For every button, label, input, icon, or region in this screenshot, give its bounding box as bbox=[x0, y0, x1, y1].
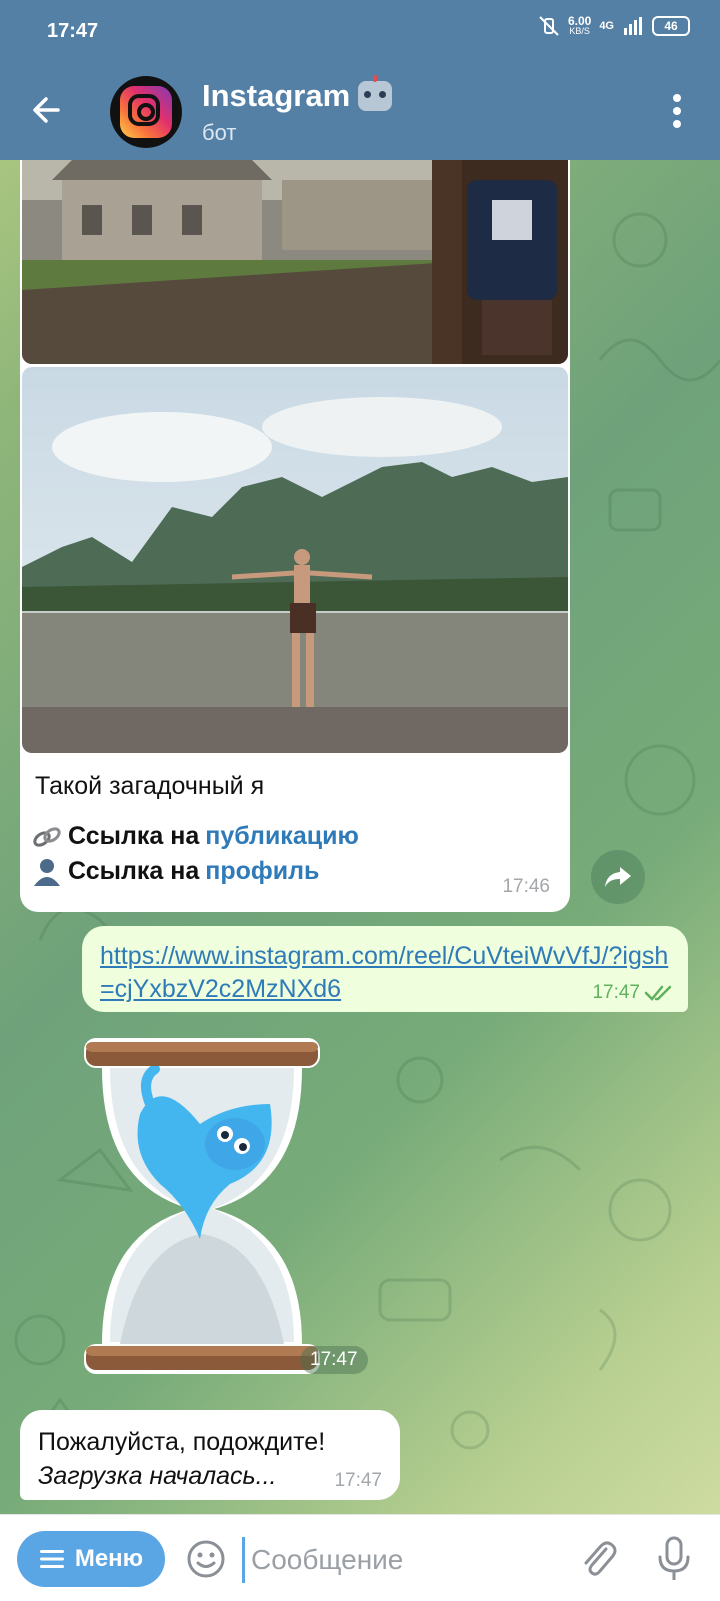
microphone-icon[interactable] bbox=[654, 1535, 694, 1583]
incoming-text-message[interactable]: Пожалуйста, подождите! Загрузка началась… bbox=[20, 1410, 400, 1500]
menu-button-label: Меню bbox=[74, 1545, 144, 1572]
robot-icon bbox=[358, 75, 393, 111]
wait-message-line1: Пожалуйста, подождите! bbox=[38, 1428, 326, 1456]
sticker-time: 17:47 bbox=[300, 1346, 368, 1374]
chat-subtitle: бот bbox=[202, 120, 237, 145]
incoming-media-message[interactable]: Такой загадочный я Ссылка на публикацию … bbox=[20, 160, 570, 912]
link-icon bbox=[33, 826, 61, 847]
photo-building-terrace[interactable] bbox=[22, 160, 568, 364]
publication-link-prefix: Ссылка на bbox=[68, 822, 200, 850]
outgoing-time: 17:47 bbox=[592, 982, 640, 1003]
wait-message-time: 17:47 bbox=[334, 1470, 382, 1491]
publication-link[interactable]: публикацию bbox=[205, 822, 359, 851]
profile-link[interactable]: профиль bbox=[205, 857, 319, 886]
status-bar: 17:47 6.00 KB/S 4G 46 bbox=[0, 0, 720, 60]
profile-link-prefix: Ссылка на bbox=[68, 856, 200, 885]
menu-button[interactable]: Меню bbox=[17, 1531, 165, 1587]
profile-link-line: Ссылка на профиль bbox=[32, 856, 319, 886]
status-icons: 6.00 KB/S 4G 46 bbox=[538, 14, 690, 36]
hourglass-cat-sticker[interactable] bbox=[80, 1034, 324, 1378]
network-speed-unit: KB/S bbox=[569, 26, 590, 36]
share-arrow-icon bbox=[605, 867, 631, 887]
more-vertical-icon[interactable] bbox=[672, 94, 682, 128]
emoji-smile-icon[interactable] bbox=[186, 1539, 226, 1579]
status-time: 17:47 bbox=[47, 20, 99, 42]
photo-lake-mountains[interactable] bbox=[22, 367, 568, 753]
chat-title-text: Instagram bbox=[202, 78, 351, 113]
double-check-icon bbox=[644, 985, 672, 1001]
back-arrow-icon[interactable] bbox=[28, 90, 68, 130]
publication-link-line: Ссылка на публикацию bbox=[32, 822, 359, 851]
vibrate-mute-icon bbox=[539, 16, 559, 36]
wait-message-line2: Загрузка началась... bbox=[38, 1462, 277, 1490]
avatar[interactable] bbox=[110, 76, 182, 148]
network-speed: 6.00 bbox=[567, 14, 592, 28]
instagram-logo-icon bbox=[120, 86, 172, 138]
share-button[interactable] bbox=[591, 850, 645, 904]
chat-title[interactable]: Instagram bbox=[202, 75, 393, 114]
message-input[interactable] bbox=[242, 1537, 573, 1583]
media-caption: Такой загадочный я bbox=[35, 772, 265, 800]
battery-indicator: 46 bbox=[652, 16, 690, 36]
message-time: 17:46 bbox=[502, 876, 550, 897]
message-composer: Меню bbox=[0, 1514, 720, 1601]
chat-header: Instagram бот bbox=[0, 60, 720, 160]
outgoing-message[interactable]: https://www.instagram.com/reel/CuVteiWvV… bbox=[82, 926, 688, 1012]
hamburger-menu-icon bbox=[39, 1550, 64, 1568]
signal-icon bbox=[624, 17, 642, 35]
person-silhouette-icon bbox=[34, 859, 60, 886]
paperclip-icon[interactable] bbox=[578, 1537, 618, 1581]
network-type: 4G bbox=[599, 20, 614, 32]
